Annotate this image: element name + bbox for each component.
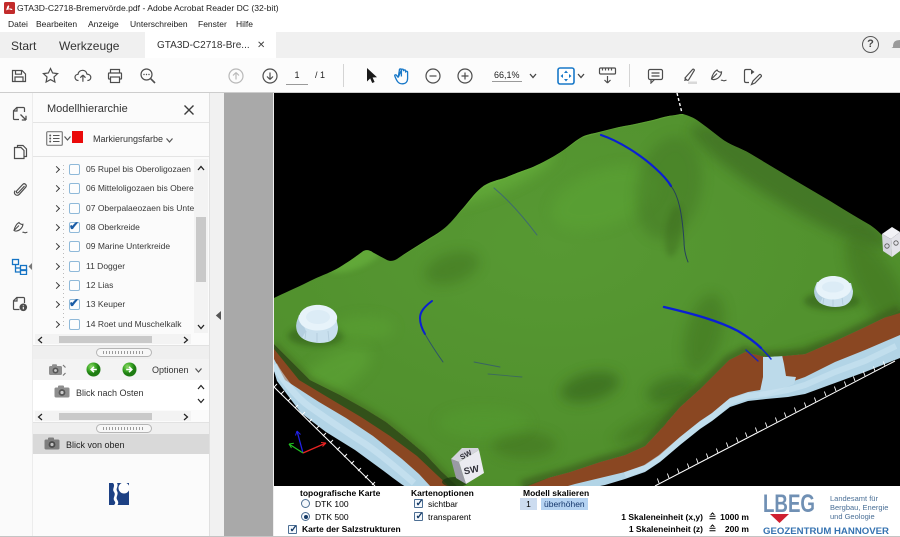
svg-text:und Geologie: und Geologie bbox=[830, 512, 875, 521]
svg-text:1000 m: 1000 m bbox=[720, 512, 749, 522]
svg-text:1 Skaleneinheit (z): 1 Skaleneinheit (z) bbox=[629, 524, 703, 534]
svg-text:1 Skaleneinheit (x,y): 1 Skaleneinheit (x,y) bbox=[621, 512, 703, 522]
svg-text:Landesamt für: Landesamt für bbox=[830, 494, 878, 503]
svg-text:GEOZENTRUM HANNOVER: GEOZENTRUM HANNOVER bbox=[763, 526, 890, 536]
svg-text:LBEG: LBEG bbox=[763, 490, 815, 518]
svg-text:200 m: 200 m bbox=[725, 524, 750, 534]
svg-text:Bergbau, Energie: Bergbau, Energie bbox=[830, 503, 888, 512]
